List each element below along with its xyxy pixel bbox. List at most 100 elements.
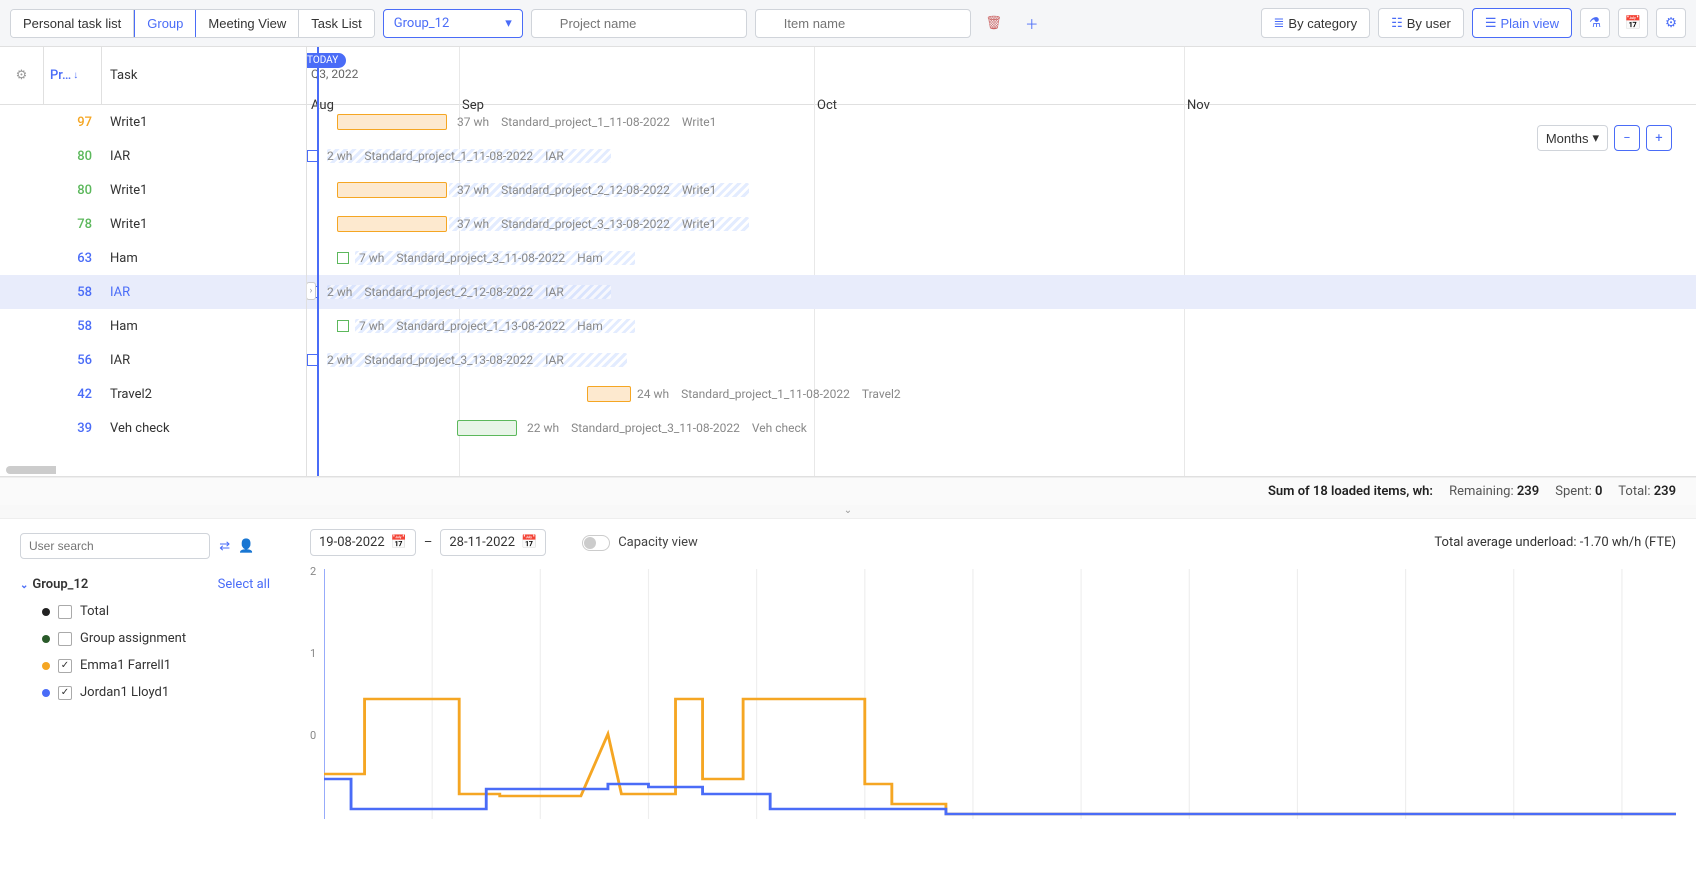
task-priority: 58 [44, 319, 102, 334]
gantt-bar[interactable] [337, 252, 349, 264]
tree-item[interactable]: ✓ Jordan1 Lloyd1 [20, 685, 270, 700]
date-to-picker[interactable]: 28-11-2022📅 [440, 529, 546, 556]
group-select-value: Group_12 [394, 16, 450, 31]
checkbox[interactable] [58, 605, 72, 619]
delete-button[interactable]: 🗑 [979, 8, 1009, 38]
gantt-bar[interactable] [337, 216, 447, 232]
gantt-bar-label: 22 whStandard_project_3_11-08-2022Veh ch… [527, 421, 807, 435]
task-name: IAR [102, 149, 130, 164]
task-priority: 39 [44, 421, 102, 436]
tab-group[interactable]: Group [134, 10, 196, 37]
today-badge: TODAY [307, 53, 346, 68]
view-tabs: Personal task list Group Meeting View Ta… [10, 9, 375, 38]
filter-button[interactable]: ⚗ [1580, 8, 1610, 38]
series-dot [42, 689, 50, 697]
chevron-down-icon: ▾ [505, 16, 512, 31]
gantt-bar[interactable] [337, 114, 447, 130]
summary-bar: Sum of 18 loaded items, wh: Remaining: 2… [0, 477, 1696, 505]
task-row[interactable]: 63Ham [0, 241, 306, 275]
collapse-left-handle[interactable]: › [307, 282, 316, 300]
tab-tasklist[interactable]: Task List [299, 10, 374, 37]
gantt-bar-label: 2 whStandard_project_2_12-08-2022IAR [327, 285, 564, 299]
col-task[interactable]: Task [102, 47, 306, 104]
bottom-panel: ⇄ 👤 ⌄Group_12 Select all Total Group assi… [0, 519, 1696, 819]
checkbox[interactable]: ✓ [58, 686, 72, 700]
gantt-row[interactable]: 7 whStandard_project_3_11-08-2022Ham [307, 241, 1696, 275]
tree-group-header[interactable]: ⌄Group_12 Select all [20, 577, 270, 592]
column-settings[interactable]: ⚙ [0, 47, 44, 104]
task-name: Ham [102, 251, 138, 266]
tab-personal[interactable]: Personal task list [11, 10, 134, 37]
checkbox[interactable]: ✓ [58, 659, 72, 673]
tree-item-label: Jordan1 Lloyd1 [80, 685, 169, 700]
gantt-bar[interactable] [587, 386, 631, 402]
user-search-input[interactable] [20, 533, 210, 559]
series-dot [42, 662, 50, 670]
tree-item[interactable]: Group assignment [20, 631, 270, 646]
task-row[interactable]: 39Veh check [0, 411, 306, 445]
gantt-row[interactable]: 37 whStandard_project_3_13-08-2022Write1 [307, 207, 1696, 241]
gantt-row[interactable]: 24 whStandard_project_1_11-08-2022Travel… [307, 377, 1696, 411]
task-row[interactable]: 58Ham [0, 309, 306, 343]
task-row[interactable]: 80IAR [0, 139, 306, 173]
person-icon[interactable]: 👤 [238, 539, 254, 554]
col-pr[interactable]: Pr… ↓ [44, 47, 102, 104]
gantt-row[interactable]: 2 whStandard_project_2_12-08-2022IAR [307, 275, 1696, 309]
task-name: Travel2 [102, 387, 152, 402]
gantt-row[interactable]: 2 whStandard_project_3_13-08-2022IAR [307, 343, 1696, 377]
task-row[interactable]: 80Write1 [0, 173, 306, 207]
item-search-input[interactable] [755, 9, 971, 38]
group-select[interactable]: Group_12 ▾ [383, 9, 523, 38]
total-label: Total: [1618, 484, 1650, 499]
summary-label: Sum of 18 loaded items, wh: [1268, 484, 1433, 499]
plain-view-button[interactable]: ☰Plain view [1472, 8, 1572, 38]
zoom-in-button[interactable]: + [1646, 125, 1672, 151]
gantt-bar[interactable] [337, 182, 447, 198]
gantt-row[interactable]: 22 whStandard_project_3_11-08-2022Veh ch… [307, 411, 1696, 445]
calendar-button[interactable]: 📅 [1618, 8, 1648, 38]
zoom-out-button[interactable]: − [1614, 125, 1640, 151]
plus-icon: + [1655, 131, 1662, 146]
task-row[interactable]: 56IAR [0, 343, 306, 377]
gantt-bar[interactable] [457, 420, 517, 436]
by-category-button[interactable]: ≣By category [1261, 8, 1371, 38]
task-row[interactable]: 58IAR [0, 275, 306, 309]
add-button[interactable]: ＋ [1017, 8, 1047, 38]
gantt-row[interactable]: 37 whStandard_project_1_11-08-2022Write1 [307, 105, 1696, 139]
gantt-chart[interactable]: TODAY Q3, 2022 Aug Sep Oct Nov 37 whStan… [307, 47, 1696, 476]
user-tree-panel: ⇄ 👤 ⌄Group_12 Select all Total Group assi… [0, 519, 290, 819]
expand-icon[interactable]: ⇄ [219, 539, 230, 554]
task-row[interactable]: 97Write1 [0, 105, 306, 139]
gantt-row[interactable]: 7 whStandard_project_1_13-08-2022Ham [307, 309, 1696, 343]
h-scrollbar[interactable] [6, 466, 300, 474]
task-priority: 42 [44, 387, 102, 402]
project-search-input[interactable] [531, 9, 747, 38]
task-list-panel: ⚙ Pr… ↓ Task 97Write180IAR80Write178Writ… [0, 47, 307, 476]
task-name: IAR [102, 285, 130, 300]
gantt-row[interactable]: 37 whStandard_project_2_12-08-2022Write1 [307, 173, 1696, 207]
date-from-picker[interactable]: 19-08-2022📅 [310, 529, 416, 556]
gantt-row[interactable]: 2 whStandard_project_1_11-08-2022IAR [307, 139, 1696, 173]
collapse-handle[interactable]: ⌄ [0, 505, 1696, 519]
checkbox[interactable] [58, 632, 72, 646]
tree-item[interactable]: Total [20, 604, 270, 619]
gantt-bar[interactable] [337, 320, 349, 332]
task-priority: 63 [44, 251, 102, 266]
zoom-level-select[interactable]: Months ▾ [1537, 125, 1608, 151]
tab-meeting[interactable]: Meeting View [196, 10, 299, 37]
task-name: IAR [102, 353, 130, 368]
settings-button[interactable]: ⚙ [1656, 8, 1686, 38]
by-user-button[interactable]: ☷By user [1378, 8, 1464, 38]
task-row[interactable]: 42Travel2 [0, 377, 306, 411]
select-all-link[interactable]: Select all [218, 577, 270, 592]
remaining-label: Remaining: [1449, 484, 1514, 499]
tree-item[interactable]: ✓Emma1 Farrell1 [20, 658, 270, 673]
capacity-toggle[interactable] [582, 535, 610, 551]
y-tick-0: 0 [310, 729, 316, 742]
total-value: 239 [1654, 484, 1676, 499]
gantt-body: 37 whStandard_project_1_11-08-2022Write1… [307, 105, 1696, 445]
task-priority: 78 [44, 217, 102, 232]
task-row[interactable]: 78Write1 [0, 207, 306, 241]
task-priority: 80 [44, 149, 102, 164]
calendar-icon: 📅 [521, 535, 537, 550]
